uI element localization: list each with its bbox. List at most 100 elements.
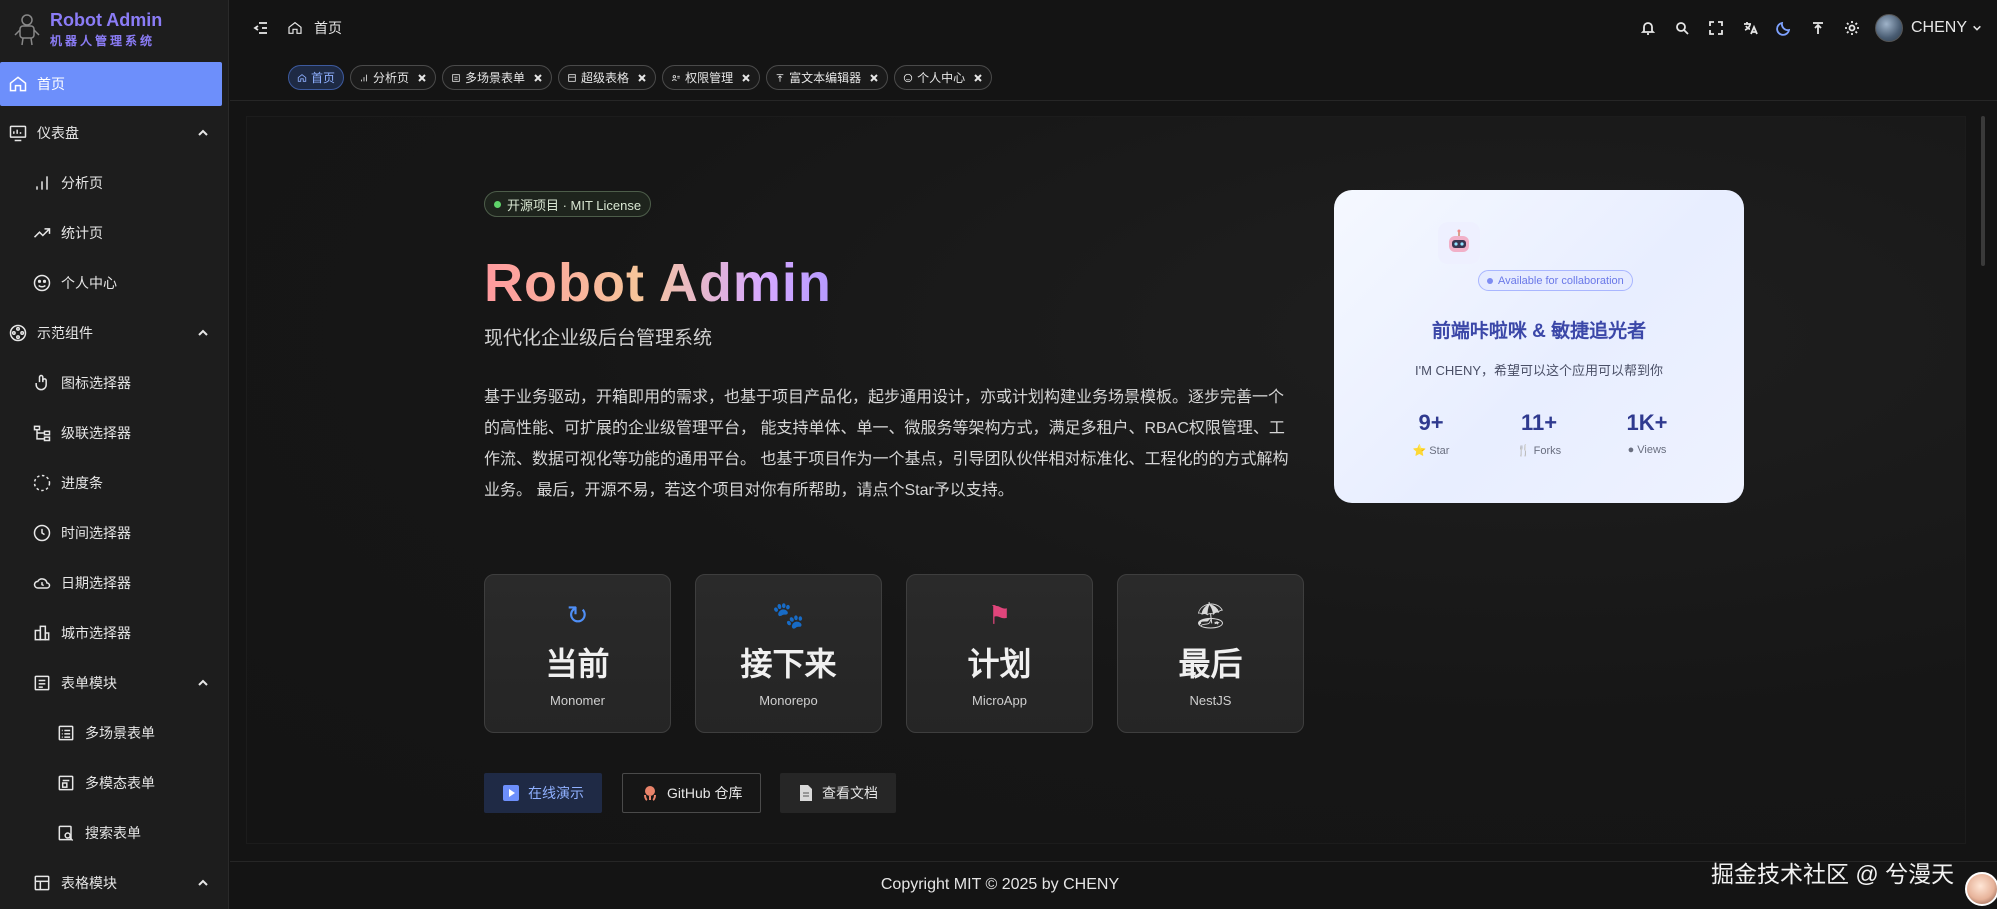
profile-greeting: I'M CHENY，希望可以这个应用可以帮到你	[1414, 363, 1664, 378]
beach-icon: 🏖	[1193, 600, 1227, 630]
floating-avatar[interactable]	[1965, 872, 1997, 906]
sidebar-item-search-form[interactable]: 搜索表单	[0, 811, 228, 855]
tab-label: 分析页	[373, 71, 410, 85]
chevron-down-icon[interactable]	[1971, 17, 1983, 39]
bar-chart-icon	[31, 172, 53, 194]
username[interactable]: CHENY	[1911, 19, 1967, 37]
tab-permissions[interactable]: 权限管理	[662, 65, 761, 90]
collapse-sidebar-icon[interactable]	[250, 17, 272, 39]
tab-profile[interactable]: 个人中心	[894, 65, 993, 90]
cascader-icon	[31, 422, 53, 444]
table-icon	[568, 73, 576, 82]
vertical-scrollbar[interactable]	[1981, 116, 1985, 266]
stat-label: Star	[1429, 445, 1450, 457]
github-repo-button[interactable]: GitHub 仓库	[622, 773, 762, 813]
tab-rich-text-editor[interactable]: 富文本编辑器	[766, 65, 889, 90]
sidebar-item-analysis[interactable]: 分析页	[0, 161, 228, 205]
tab-home[interactable]: 首页	[288, 65, 345, 90]
pin-icon[interactable]	[1807, 17, 1829, 39]
tab-label: 多场景表单	[465, 71, 526, 85]
search-form-icon	[55, 822, 77, 844]
breadcrumb[interactable]: 首页	[284, 17, 342, 39]
sidebar-item-profile[interactable]: 个人中心	[0, 261, 228, 305]
close-icon[interactable]	[417, 73, 427, 83]
view-docs-button[interactable]: 查看文档	[780, 773, 896, 813]
play-icon	[503, 785, 519, 801]
tab-label: 权限管理	[685, 71, 734, 85]
fullscreen-icon[interactable]	[1705, 17, 1727, 39]
sidebar-item-label: 个人中心	[61, 275, 117, 291]
sidebar-item-form-module[interactable]: 表单模块	[0, 661, 228, 705]
sidebar-item-dashboard[interactable]: 仪表盘	[0, 111, 228, 155]
sidebar-item-label: 示范组件	[37, 325, 93, 341]
close-icon[interactable]	[637, 73, 647, 83]
search-icon[interactable]	[1671, 17, 1693, 39]
sidebar-item-label: 进度条	[61, 475, 103, 491]
sidebar-item-city-picker[interactable]: 城市选择器	[0, 611, 228, 655]
bar-chart-icon	[361, 74, 367, 81]
card-subtitle: MicroApp	[972, 693, 1027, 708]
sidebar-item-components[interactable]: 示范组件	[0, 311, 228, 355]
copyright-text: Copyright MIT © 2025 by CHENY	[880, 876, 1120, 893]
live-demo-button[interactable]: 在线演示	[484, 773, 602, 813]
trend-icon	[31, 222, 53, 244]
sidebar-item-table-module[interactable]: 表格模块	[0, 861, 228, 905]
sidebar-item-time-picker[interactable]: 时间选择器	[0, 511, 228, 555]
roadmap-card-plan[interactable]: ⚑ 计划 MicroApp	[906, 574, 1093, 733]
hero-description: 基于业务驱动，开箱即用的需求，也基于项目产品化，起步通用设计，亦或计划构建业务场…	[484, 389, 1289, 499]
dark-mode-icon[interactable]	[1773, 17, 1795, 39]
status-dot-icon	[1487, 277, 1493, 284]
star-icon: ⭐	[1412, 445, 1427, 457]
profile-name: 前端咔啦咪 & 敏捷追光者	[1431, 321, 1647, 342]
license-badge: 开源项目 · MIT License	[484, 191, 652, 217]
header-toolbar: CHENY	[1637, 0, 1997, 56]
chevron-up-icon	[197, 676, 208, 686]
roadmap-cards: ↻ 当前 Monomer 🐾 接下来 Monorepo ⚑ 计划 MicroAp…	[484, 574, 1304, 733]
settings-icon[interactable]	[1841, 17, 1863, 39]
tab-analysis[interactable]: 分析页	[350, 65, 437, 90]
sidebar-item-cascader[interactable]: 级联选择器	[0, 411, 228, 455]
tab-super-table[interactable]: 超级表格	[558, 65, 657, 90]
tab-label: 富文本编辑器	[789, 71, 862, 85]
card-subtitle: Monorepo	[759, 693, 818, 708]
user-face-icon	[903, 73, 913, 82]
brand-title: Robot Admin	[50, 9, 163, 30]
sidebar-item-icon-picker[interactable]: 图标选择器	[0, 361, 228, 405]
refresh-check-icon: ↻	[566, 600, 589, 630]
roadmap-card-next[interactable]: 🐾 接下来 Monorepo	[695, 574, 882, 733]
view-docs-label: 查看文档	[822, 785, 878, 801]
translate-icon[interactable]	[1739, 17, 1761, 39]
roadmap-card-final[interactable]: 🏖 最后 NestJS	[1117, 574, 1304, 733]
stat-label-wrap: ● Views	[1602, 444, 1692, 456]
breadcrumb-current: 首页	[314, 20, 342, 36]
card-title: 接下来	[740, 646, 837, 682]
close-icon[interactable]	[533, 73, 543, 83]
sidebar-item-statistics[interactable]: 统计页	[0, 211, 228, 255]
user-avatar[interactable]	[1874, 14, 1903, 42]
sidebar-item-label: 首页	[37, 76, 65, 92]
top-header: 首页 CHENY	[230, 0, 1997, 56]
sidebar-item-multi-scene-form[interactable]: 多场景表单	[0, 711, 228, 755]
live-demo-label: 在线演示	[528, 785, 584, 801]
sidebar-item-date-picker[interactable]: 日期选择器	[0, 561, 228, 605]
stat-label: Forks	[1533, 445, 1562, 457]
views-icon: ●	[1627, 444, 1635, 456]
sidebar-item-label: 统计页	[61, 225, 103, 241]
close-icon[interactable]	[741, 73, 751, 83]
sidebar-item-multi-modal-form[interactable]: 多模态表单	[0, 761, 228, 805]
sidebar-item-home[interactable]: 首页	[0, 62, 222, 106]
flag-icon: ⚑	[987, 600, 1012, 630]
city-icon	[31, 622, 53, 644]
tab-multi-scene-form[interactable]: 多场景表单	[442, 65, 553, 90]
chevron-up-icon	[197, 126, 208, 136]
bell-icon[interactable]	[1637, 17, 1659, 39]
close-icon[interactable]	[869, 73, 879, 83]
roadmap-card-current[interactable]: ↻ 当前 Monomer	[484, 574, 671, 733]
icon-picker-icon	[31, 372, 53, 394]
close-icon[interactable]	[973, 73, 983, 83]
clock-icon	[31, 522, 53, 544]
sidebar-item-progress[interactable]: 进度条	[0, 461, 228, 505]
sidebar-item-label: 时间选择器	[61, 525, 131, 541]
sidebar-item-label: 多场景表单	[85, 725, 155, 741]
brand[interactable]: Robot Admin 机器人管理系统	[0, 0, 228, 58]
